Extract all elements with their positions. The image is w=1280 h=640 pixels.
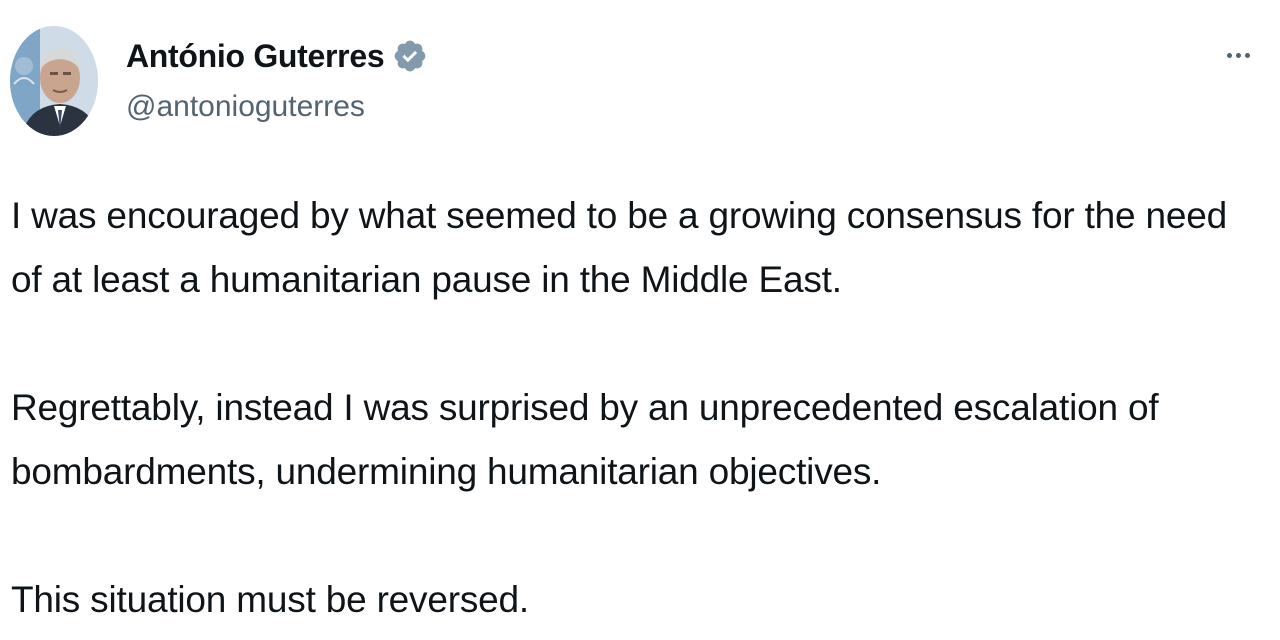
tweet-line: I was encouraged by what seemed to be a … xyxy=(11,195,1227,236)
dot xyxy=(1235,52,1241,58)
avatar-image xyxy=(10,26,98,136)
verified-badge-icon xyxy=(392,38,428,74)
tweet-text: I was encouraged by what seemed to be a … xyxy=(11,184,1271,632)
author-handle[interactable]: @antonioguterres xyxy=(126,90,428,124)
tweet-line: bombardments, undermining humanitarian o… xyxy=(11,451,882,492)
display-name-row: António Guterres xyxy=(126,34,428,78)
tweet-paragraph: I was encouraged by what seemed to be a … xyxy=(11,184,1271,312)
tweet-line: of at least a humanitarian pause in the … xyxy=(11,259,842,300)
author-display-name[interactable]: António Guterres xyxy=(126,38,385,75)
dot xyxy=(1244,52,1250,58)
dot xyxy=(1226,52,1232,58)
tweet-card: António Guterres @antonioguterres I was … xyxy=(0,0,1280,640)
tweet-paragraph: This situation must be reversed. xyxy=(11,568,1271,632)
author-names: António Guterres @antonioguterres xyxy=(126,34,428,124)
tweet-header: António Guterres @antonioguterres xyxy=(10,26,1280,138)
tweet-paragraph: Regrettably, instead I was surprised by … xyxy=(11,376,1271,504)
tweet-line: Regrettably, instead I was surprised by … xyxy=(11,387,1159,428)
author-avatar[interactable] xyxy=(10,26,98,136)
tweet-line: This situation must be reversed. xyxy=(11,579,529,620)
more-options-icon[interactable] xyxy=(1218,40,1258,70)
